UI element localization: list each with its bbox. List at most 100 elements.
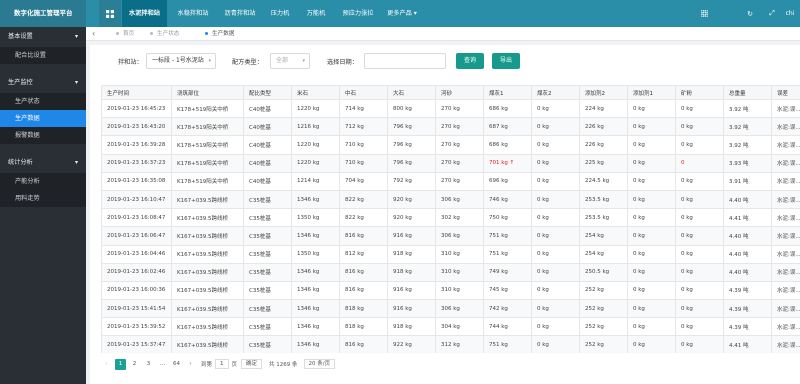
table-cell: 270 kg	[435, 98, 484, 119]
column-header: 煤灰2	[531, 85, 580, 100]
table-row[interactable]: 2019-01-23 15:37:47 K167+039.5跨线桥 C35桩基 134…	[101, 335, 800, 353]
table-cell: 270 kg	[435, 135, 484, 155]
table-row[interactable]: 2019-01-23 16:37:23 K178+519阳关中桥 C40桩基 1220…	[101, 153, 800, 173]
page-3[interactable]: 3	[143, 359, 154, 370]
table-cell: 0 kg	[675, 299, 724, 319]
table-row[interactable]: 2019-01-23 16:39:28 K178+519阳关中桥 C40桩基 1220…	[101, 135, 800, 155]
nav-prestress-tension[interactable]: 预应力张拉	[336, 0, 380, 27]
station-select[interactable]: 一标段 - 1号水泥站 ▾	[146, 53, 216, 69]
goto-page-input[interactable]: 1	[215, 359, 229, 369]
refresh-icon[interactable]: ↻	[738, 0, 762, 27]
table-cell: 0 kg	[531, 317, 580, 337]
table-row[interactable]: 2019-01-23 16:02:46 K167+039.5跨线桥 C35桩基 134…	[101, 262, 800, 282]
date-picker[interactable]	[364, 53, 446, 69]
table-cell: 816 kg	[339, 226, 388, 246]
breadcrumb-item-data[interactable]: 生产数据	[205, 27, 234, 41]
table-cell: 252 kg	[579, 299, 628, 319]
sidebar-item-mix-settings[interactable]: 配合比设置	[0, 47, 86, 64]
table-cell: 1220 kg	[291, 135, 340, 155]
sidebar-item-production-data[interactable]: 生产数据	[0, 110, 86, 127]
table-cell: 744 kg	[483, 317, 532, 337]
dot-icon	[116, 32, 119, 35]
nav-stabilized-mixing-station[interactable]: 水稳拌和站	[172, 0, 214, 27]
table-row[interactable]: 2019-01-23 16:08:47 K167+039.5跨线桥 C35桩基 135…	[101, 208, 800, 228]
table-cell: 751 kg	[483, 335, 532, 353]
breadcrumb-item-status[interactable]: 生产状态	[150, 27, 179, 41]
table-row[interactable]: 2019-01-23 16:35:08 K178+519阳关中桥 C40桩基 1214…	[101, 171, 800, 191]
table-cell: 0 kg	[531, 299, 580, 319]
query-button[interactable]: 查询	[456, 53, 484, 69]
table-cell: 687 kg	[483, 117, 532, 137]
sidebar-item-alarm-data[interactable]: 报警数据	[0, 127, 86, 144]
table-cell: 4.39 吨	[723, 299, 772, 319]
mix-type-select[interactable]: 全部 ▾	[270, 53, 310, 69]
table-cell: 710 kg	[339, 135, 388, 155]
table-cell: 0 kg	[627, 153, 676, 173]
table-row[interactable]: 2019-01-23 16:04:46 K167+039.5跨线桥 C35桩基 135…	[101, 244, 800, 264]
table-cell: 0 kg	[627, 208, 676, 228]
prev-page-icon[interactable]: ‹	[101, 359, 112, 370]
user-name[interactable]: chi	[780, 0, 800, 27]
back-icon[interactable]: ‹	[92, 27, 95, 41]
grid-icon[interactable]	[692, 0, 716, 27]
next-page-icon[interactable]: ›	[185, 359, 196, 370]
nav-asphalt-mixing-station[interactable]: 沥青拌和站	[218, 0, 262, 27]
table-row[interactable]: 2019-01-23 15:41:54 K167+039.5跨线桥 C35桩基 134…	[101, 299, 800, 319]
table-cell: 1346 kg	[291, 262, 340, 282]
table-row[interactable]: 2019-01-23 16:00:36 K167+039.5跨线桥 C35桩基 134…	[101, 280, 800, 301]
table-cell: K167+039.5跨线桥	[171, 262, 244, 282]
table-cell: 0 kg	[627, 226, 676, 246]
table-cell: 704 kg	[339, 171, 388, 191]
goto-confirm-button[interactable]: 确定	[241, 359, 263, 369]
table-row[interactable]: 2019-01-23 16:43:20 K178+519阳关中桥 C40桩基 1216…	[101, 117, 800, 137]
page-size-select[interactable]: 20 条/页	[303, 359, 336, 369]
page-2[interactable]: 2	[129, 359, 140, 370]
export-button[interactable]: 导出	[492, 53, 520, 69]
table-cell: 310 kg	[435, 262, 484, 282]
sidebar-group-statistics[interactable]: 统计分析 ▾	[0, 153, 86, 173]
table-cell: 0 kg	[675, 280, 724, 301]
table-cell: 751 kg	[483, 244, 532, 264]
table-cell: C40桩基	[243, 135, 292, 155]
sidebar-item-capacity-analysis[interactable]: 产能分析	[0, 173, 86, 190]
page-64[interactable]: 64	[171, 359, 182, 370]
nav-more-products[interactable]: 更多产品 ▾	[382, 0, 422, 27]
sidebar-item-production-status[interactable]: 生产状态	[0, 93, 86, 110]
table-cell: 686 kg	[483, 135, 532, 155]
sidebar-group-basic-settings[interactable]: 基本设置 ▾	[0, 27, 86, 47]
page-1[interactable]: 1	[115, 358, 126, 370]
table-row[interactable]: 2019-01-23 15:39:52 K167+039.5跨线桥 C35桩基 134…	[101, 317, 800, 337]
table-cell: 3.93 吨	[723, 153, 772, 173]
table-cell: 4.41 吨	[723, 208, 772, 228]
table-cell: 3.92 吨	[723, 98, 772, 119]
table-cell: 0 kg	[675, 98, 724, 119]
home-icon[interactable]	[99, 0, 121, 27]
goto-label: 到第	[201, 362, 213, 368]
column-header: 河砂	[435, 85, 484, 100]
table-cell: 2019-01-23 16:43:20	[101, 117, 172, 137]
table-row[interactable]: 2019-01-23 16:06:47 K167+039.5跨线桥 C35桩基 134…	[101, 226, 800, 246]
sidebar-group-production-monitoring[interactable]: 生产监控 ▾	[0, 73, 86, 93]
table-cell: 0 kg	[531, 244, 580, 264]
table-cell: 1220 kg	[291, 98, 340, 119]
table-cell: 1216 kg	[291, 117, 340, 137]
table-cell: 304 kg	[435, 317, 484, 337]
table-cell: 0 kg	[627, 135, 676, 155]
sidebar-item-material-trend[interactable]: 用料走势	[0, 190, 86, 207]
breadcrumb-item-home[interactable]: 首页	[116, 27, 134, 41]
table-cell: 水泥:误...	[771, 98, 800, 119]
table-row[interactable]: 2019-01-23 16:10:47 K167+039.5跨线桥 C35桩基 134…	[101, 189, 800, 210]
chevron-down-icon: ▾	[74, 159, 78, 166]
table-row[interactable]: 2019-01-23 16:45:23 K178+519阳关中桥 C40桩基 1220…	[101, 98, 800, 119]
nav-press[interactable]: 压力机	[264, 0, 296, 27]
breadcrumb-label: 生产数据	[212, 31, 235, 37]
table-cell: C35桩基	[243, 226, 292, 246]
breadcrumb-label: 首页	[123, 31, 135, 37]
nav-cement-mixing-station[interactable]: 水泥拌和站	[122, 0, 167, 27]
nav-universal-machine[interactable]: 万能机	[300, 0, 332, 27]
table-cell: 916 kg	[387, 226, 436, 246]
table-cell: 水泥:误...	[771, 335, 800, 353]
table-cell: 0 kg	[675, 244, 724, 264]
table-cell: 750 kg	[483, 208, 532, 228]
